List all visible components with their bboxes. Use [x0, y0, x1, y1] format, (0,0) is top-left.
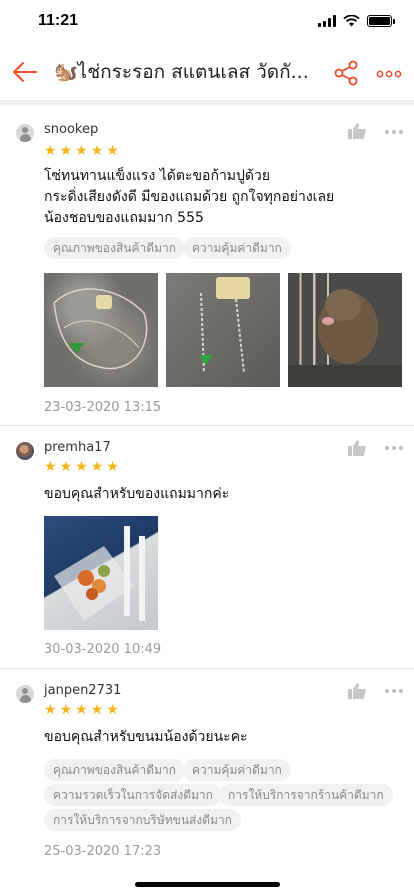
star-icon: ★ — [75, 143, 88, 159]
star-icon: ★ — [90, 702, 104, 718]
review-username: snookep — [44, 122, 99, 137]
more-icon — [376, 70, 402, 78]
star-icon: ★ — [44, 143, 57, 159]
thumbs-up-icon[interactable] — [348, 683, 366, 699]
star-rating: ★ ★ ★ ★ ★ — [44, 144, 119, 158]
user-icon — [16, 124, 34, 142]
status-icons — [318, 15, 395, 27]
cellular-signal-icon — [318, 15, 336, 27]
review-tag: ความคุ้มค่าดีมาก — [183, 237, 291, 259]
share-button[interactable] — [333, 60, 359, 86]
star-icon: ★ — [75, 459, 88, 475]
comment-line: ขอบคุณสำหรับของแถมมากค่ะ — [44, 486, 230, 502]
more-button[interactable] — [376, 64, 402, 80]
comment-line: โซ่ทนทานแข็งแรง ได้ตะขอก้ามปูด้วย — [44, 168, 271, 184]
thumbs-up-icon[interactable] — [348, 123, 366, 139]
review-tag: คุณภาพของสินค้าดีมาก — [44, 759, 185, 781]
comment-line: กระดิ่งเสียงดังดี มีของแถมด้วย ถูกใจทุกอ… — [44, 189, 335, 205]
star-icon: ★ — [59, 143, 73, 159]
review-tag: ความคุ้มค่าดีมาก — [183, 759, 291, 781]
user-icon — [16, 685, 34, 703]
star-icon: ★ — [106, 459, 119, 475]
star-icon: ★ — [44, 459, 57, 475]
review-timestamp: 25-03-2020 17:23 — [44, 844, 162, 859]
wifi-icon — [343, 15, 360, 27]
review-more-icon[interactable] — [384, 688, 404, 694]
review-photo[interactable] — [44, 516, 158, 630]
review-timestamp: 30-03-2020 10:49 — [44, 642, 162, 657]
status-time: 11:21 — [38, 12, 79, 29]
page-title: 🐿️ไช่กระรอก สแตนเลส วัดกั... — [54, 61, 309, 83]
review-tag: การให้บริการจากร้านค้าดีมาก — [219, 784, 393, 806]
battery-icon — [367, 15, 395, 27]
arrow-left-icon — [13, 62, 37, 82]
star-rating: ★ ★ ★ ★ ★ — [44, 460, 119, 474]
status-bar: 11:21 — [0, 0, 414, 44]
review-photo[interactable] — [166, 273, 280, 387]
star-icon: ★ — [59, 702, 73, 718]
review-tag: การให้บริการจากบริษัทขนส่งดีมาก — [44, 809, 241, 831]
star-icon: ★ — [59, 459, 73, 475]
review-comment: ขอบคุณสำหรับขนมน้องด้วยนะคะ — [44, 727, 374, 748]
avatar — [16, 442, 34, 460]
share-icon — [334, 60, 358, 86]
star-icon: ★ — [106, 143, 119, 159]
home-indicator[interactable] — [135, 882, 280, 887]
star-icon: ★ — [90, 459, 104, 475]
review-comment: ขอบคุณสำหรับของแถมมากค่ะ — [44, 484, 374, 505]
star-icon: ★ — [75, 702, 88, 718]
star-rating: ★ ★ ★ ★ ★ — [44, 703, 119, 717]
review-username: janpen2731 — [44, 683, 122, 698]
review-tag: ความรวดเร็วในการจัดส่งดีมาก — [44, 784, 222, 806]
review-tag: คุณภาพของสินค้าดีมาก — [44, 237, 185, 259]
back-button[interactable] — [10, 58, 40, 86]
app-header: 🐿️ไช่กระรอก สแตนเลส วัดกั... — [0, 44, 414, 100]
review-photo[interactable] — [288, 273, 402, 387]
review-item: janpen2731 ★ ★ ★ ★ ★ ขอบคุณสำหรับขนมน้องด้วย… — [0, 669, 414, 879]
comment-line: ขอบคุณสำหรับขนมน้องด้วยนะคะ — [44, 729, 248, 745]
review-more-icon[interactable] — [384, 129, 404, 135]
review-comment: โซ่ทนทานแข็งแรง ได้ตะขอก้ามปูด้วย กระดิ่… — [44, 166, 374, 229]
thumbs-up-icon[interactable] — [348, 440, 366, 456]
review-item: premha17 ★ ★ ★ ★ ★ ขอบคุณสำหรับของแถมมากค่ะ … — [0, 426, 414, 669]
review-item: snookep ★ ★ ★ ★ ★ โซ่ทนทานแข็งแรง ได้ตะขอก้า… — [0, 106, 414, 426]
star-icon: ★ — [44, 702, 57, 718]
review-photo[interactable] — [44, 273, 158, 387]
review-timestamp: 23-03-2020 13:15 — [44, 400, 162, 415]
review-username: premha17 — [44, 440, 111, 455]
comment-line: น้องชอบของแถมมาก 555 — [44, 210, 204, 226]
star-icon: ★ — [90, 143, 104, 159]
star-icon: ★ — [106, 702, 119, 718]
review-more-icon[interactable] — [384, 445, 404, 451]
